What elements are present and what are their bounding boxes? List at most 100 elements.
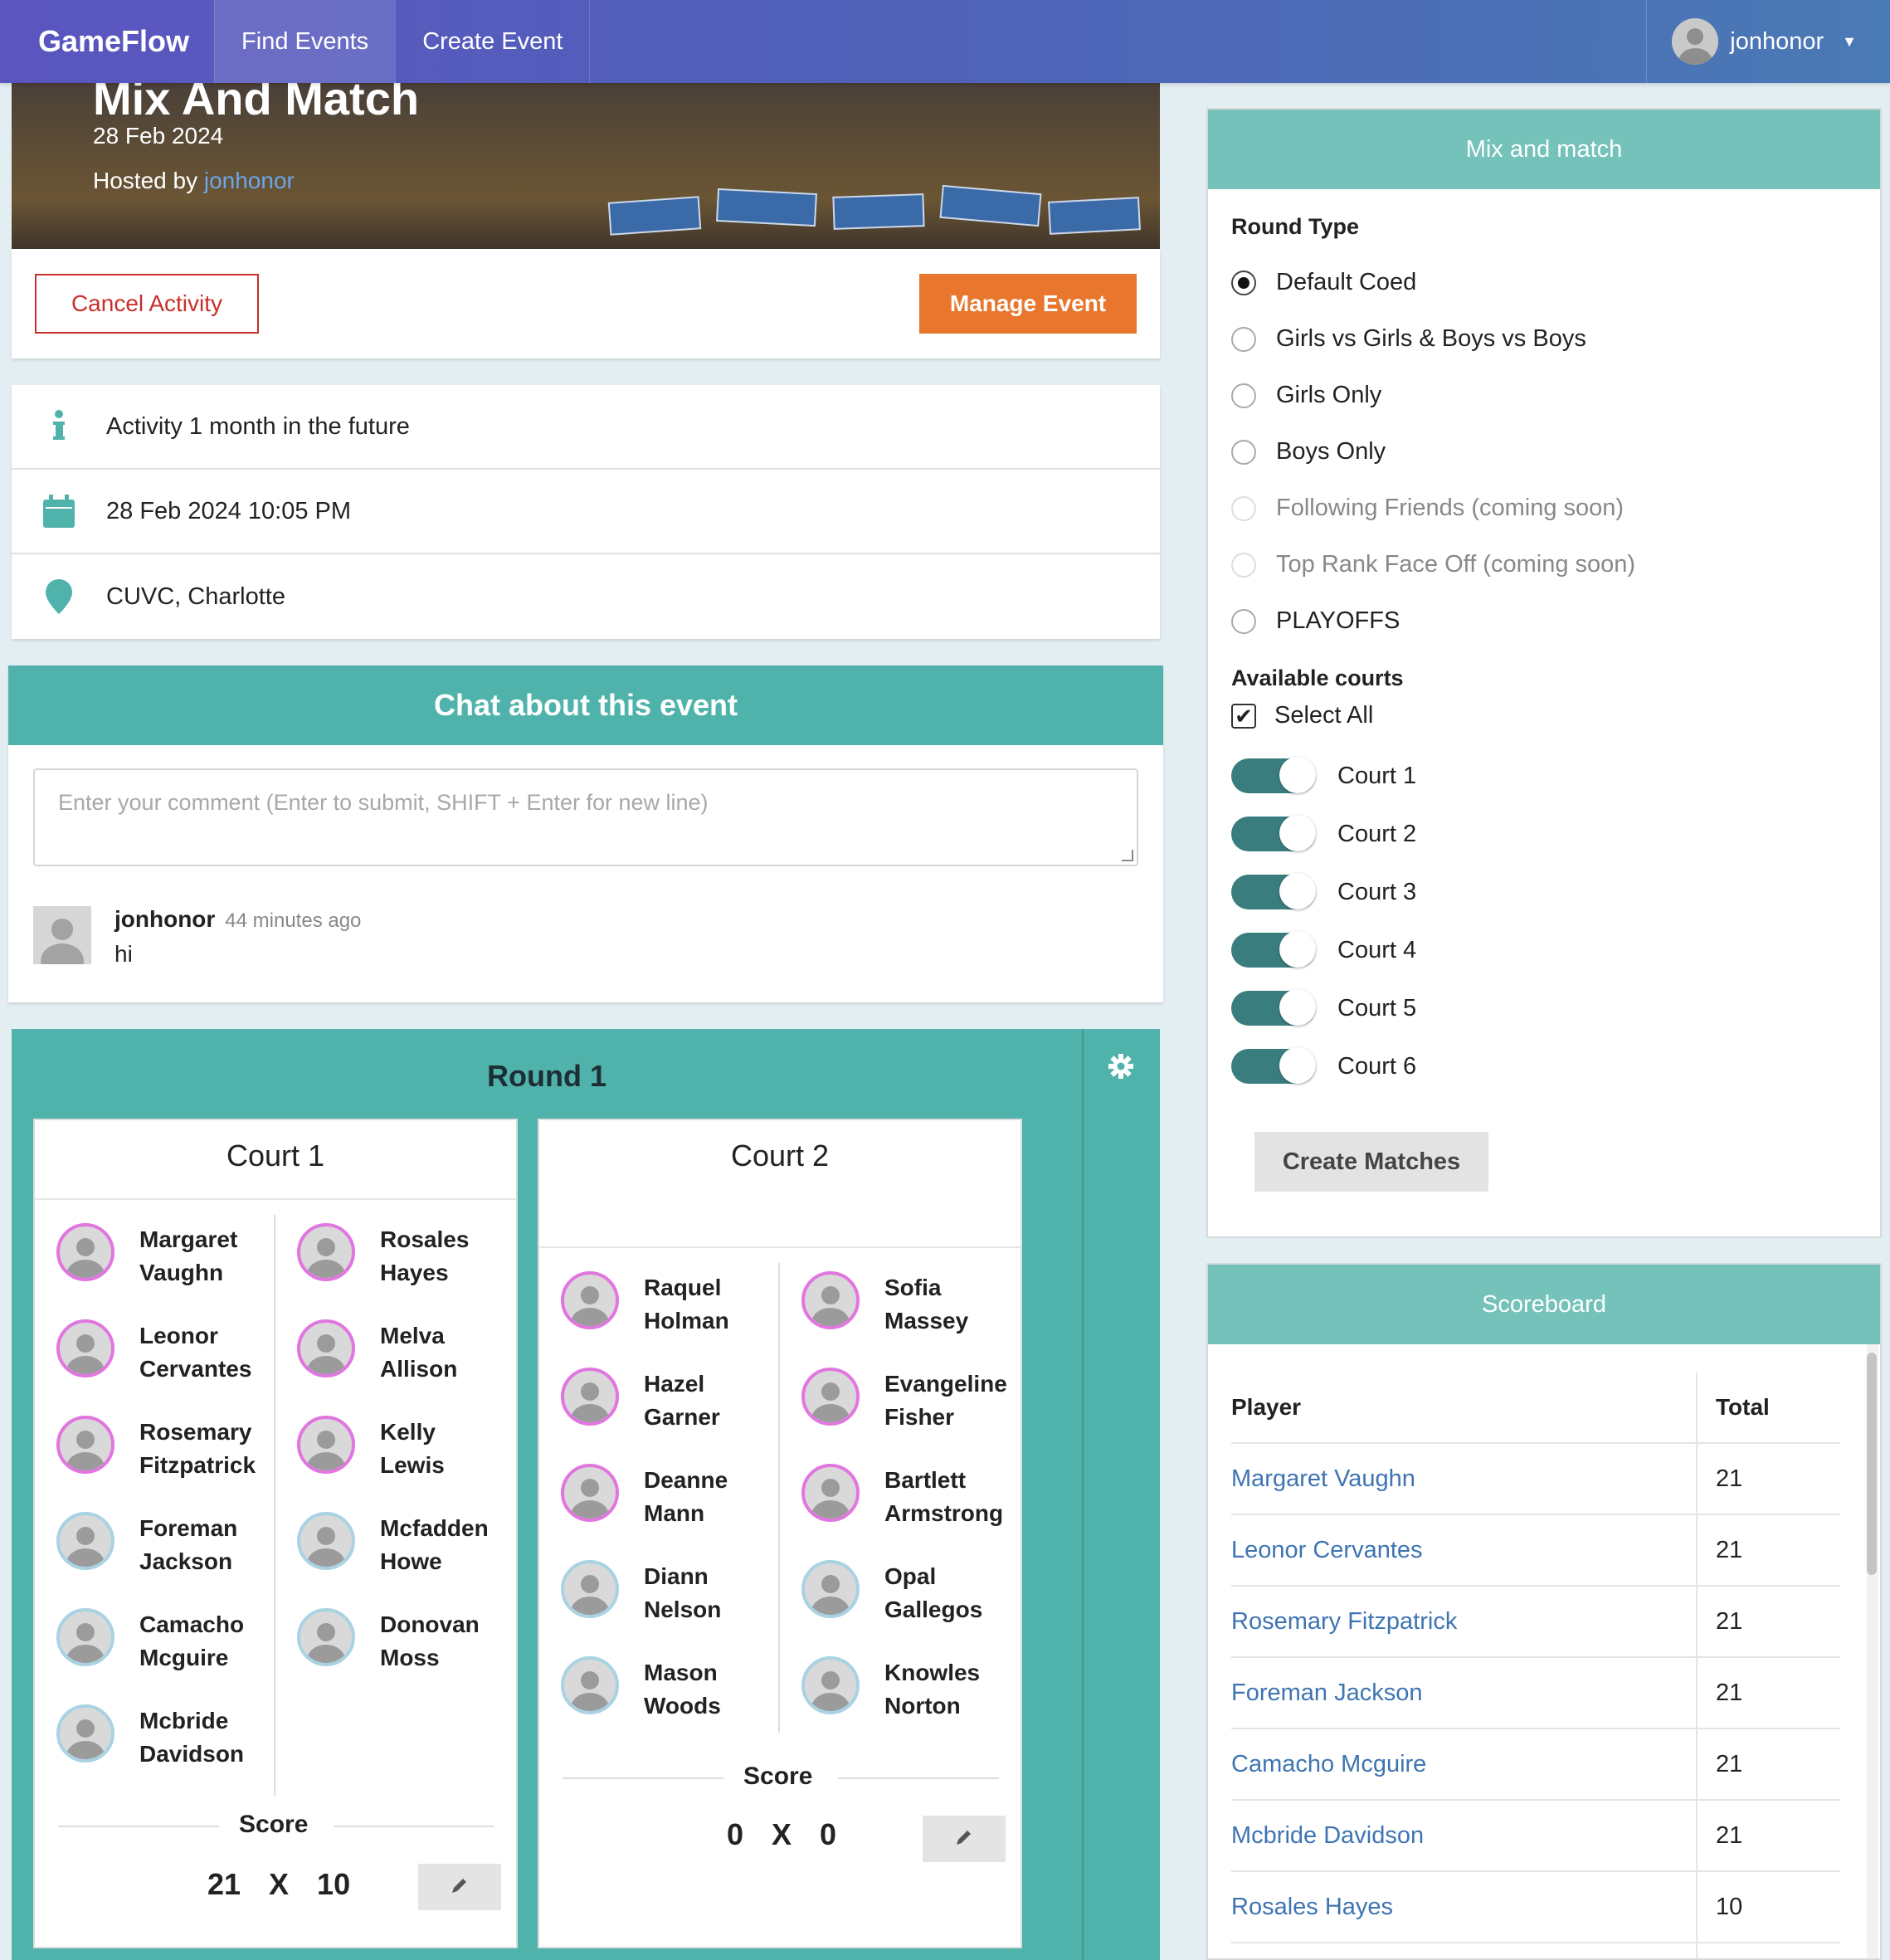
player-card[interactable]: Bartlett Armstrong: [801, 1464, 1003, 1530]
player-link[interactable]: Camacho Mcguire: [1231, 1751, 1426, 1778]
round-type-label: Top Rank Face Off (coming soon): [1276, 551, 1636, 578]
player-card[interactable]: Foreman Jackson: [56, 1512, 237, 1578]
player-avatar: [56, 1223, 114, 1281]
chat-panel: Chat about this event Enter your comment…: [8, 666, 1163, 1002]
round-type-option: Following Friends (coming soon): [1231, 495, 1624, 522]
mix-and-match-panel: Mix and match Round Type Default Coed Gir…: [1206, 108, 1882, 1238]
player-card[interactable]: Knowles Norton: [801, 1656, 980, 1723]
select-all-label: Select All: [1274, 702, 1374, 729]
player-card[interactable]: Mcfadden Howe: [297, 1512, 489, 1578]
player-link[interactable]: Foreman Jackson: [1231, 1680, 1423, 1707]
radio-button: [1231, 552, 1256, 578]
scoreboard-rows: Margaret Vaughn 21 Leonor Cervantes 21 Rosem…: [1231, 1444, 1840, 1958]
player-card[interactable]: Mason Woods: [561, 1656, 721, 1723]
table-row: Camacho Mcguire 21: [1231, 1729, 1840, 1801]
court-toggle[interactable]: [1231, 873, 1316, 909]
create-matches-button[interactable]: Create Matches: [1254, 1132, 1488, 1192]
event-hero: Mix And Match 28 Feb 2024 Hosted by jonh…: [12, 83, 1160, 249]
court-toggle[interactable]: [1231, 815, 1316, 851]
scoreboard-table: Player Total Margaret Vaughn 21 Leonor Cer…: [1231, 1372, 1840, 1958]
player-total: 21: [1716, 1465, 1743, 1492]
event-actions: Cancel Activity Manage Event: [12, 249, 1160, 358]
info-datetime-row: 28 Feb 2024 10:05 PM: [12, 470, 1160, 554]
player-total: 21: [1716, 1536, 1743, 1563]
select-all-checkbox[interactable]: ✔ Select All: [1231, 702, 1373, 729]
player-card[interactable]: Leonor Cervantes: [56, 1319, 251, 1386]
radio-button[interactable]: [1231, 439, 1256, 465]
edit-score-button[interactable]: [923, 1816, 1006, 1862]
round-type-option[interactable]: Boys Only: [1231, 438, 1386, 466]
player-card[interactable]: Camacho Mcguire: [56, 1608, 244, 1675]
round-type-option[interactable]: Girls Only: [1231, 382, 1381, 409]
player-name: Mcfadden Howe: [380, 1515, 489, 1574]
manage-event-button[interactable]: Manage Event: [919, 274, 1137, 334]
radio-button[interactable]: [1231, 326, 1256, 352]
cancel-activity-button[interactable]: Cancel Activity: [35, 274, 259, 334]
round-type-option[interactable]: Girls vs Girls & Boys vs Boys: [1231, 325, 1586, 353]
comment-user[interactable]: jonhonor: [114, 906, 215, 932]
table-row: Margaret Vaughn 21: [1231, 1444, 1840, 1515]
round-type-option[interactable]: Default Coed: [1231, 269, 1416, 296]
player-card[interactable]: Sofia Massey: [801, 1271, 968, 1338]
court-toggle-row: Court 3: [1231, 873, 1416, 909]
resize-handle-icon[interactable]: [1122, 850, 1133, 861]
user-menu[interactable]: jonhonor ▼: [1646, 0, 1890, 83]
brand-logo[interactable]: GameFlow: [0, 0, 214, 83]
player-name: Melva Allison: [380, 1323, 458, 1382]
player-link[interactable]: Leonor Cervantes: [1231, 1537, 1423, 1564]
court-toggle[interactable]: [1231, 989, 1316, 1026]
round-type-label: Girls Only: [1276, 382, 1382, 408]
radio-button[interactable]: [1231, 383, 1256, 408]
player-card[interactable]: Evangeline Fisher: [801, 1368, 1007, 1434]
player-card[interactable]: Margaret Vaughn: [56, 1223, 237, 1290]
player-link[interactable]: Margaret Vaughn: [1231, 1465, 1415, 1493]
info-datetime: 28 Feb 2024 10:05 PM: [106, 497, 352, 524]
host-link[interactable]: jonhonor: [204, 168, 295, 193]
player-card[interactable]: Diann Nelson: [561, 1560, 721, 1626]
player-card[interactable]: Mcbride Davidson: [56, 1704, 244, 1771]
mix-title: Mix and match: [1208, 110, 1880, 189]
court-toggle[interactable]: [1231, 931, 1316, 968]
player-card[interactable]: Kelly Lewis: [297, 1416, 445, 1482]
round-type-label: Boys Only: [1276, 438, 1386, 465]
table-row: Foreman Jackson 21: [1231, 1658, 1840, 1729]
scrollbar-thumb[interactable]: [1867, 1353, 1877, 1575]
player-card[interactable]: Raquel Holman: [561, 1271, 729, 1338]
username: jonhonor: [1730, 27, 1824, 55]
player-card[interactable]: Deanne Mann: [561, 1464, 728, 1530]
scoreboard-panel: Scoreboard Player Total Margaret Vaughn 2…: [1206, 1263, 1882, 1960]
player-card[interactable]: Opal Gallegos: [801, 1560, 982, 1626]
info-timing: Activity 1 month in the future: [106, 412, 410, 440]
player-link[interactable]: Rosemary Fitzpatrick: [1231, 1608, 1457, 1636]
player-card[interactable]: Rosales Hayes: [297, 1223, 469, 1290]
player-avatar: [561, 1368, 619, 1426]
nav-create-event[interactable]: Create Event: [395, 0, 591, 83]
gear-icon[interactable]: [1108, 1054, 1133, 1083]
player-avatar: [56, 1608, 114, 1666]
radio-button[interactable]: [1231, 608, 1256, 634]
player-link[interactable]: Rosales Hayes: [1231, 1894, 1393, 1921]
player-link[interactable]: Mcbride Davidson: [1231, 1822, 1424, 1850]
nav-find-events[interactable]: Find Events: [214, 0, 396, 83]
radio-button[interactable]: [1231, 270, 1256, 295]
round-type-option[interactable]: PLAYOFFS: [1231, 607, 1400, 635]
court-toggle-row: Court 1: [1231, 757, 1416, 793]
event-date: 28 Feb 2024: [93, 123, 224, 149]
info-timing-row: Activity 1 month in the future: [12, 385, 1160, 470]
court-toggle[interactable]: [1231, 757, 1316, 793]
player-avatar: [297, 1512, 355, 1570]
round-type-label: PLAYOFFS: [1276, 607, 1400, 634]
player-name: Knowles Norton: [884, 1660, 981, 1719]
hero-decor: [716, 188, 817, 227]
player-card[interactable]: Rosemary Fitzpatrick: [56, 1416, 256, 1482]
player-card[interactable]: Hazel Garner: [561, 1368, 720, 1434]
player-card[interactable]: Donovan Moss: [297, 1608, 480, 1675]
edit-score-button[interactable]: [418, 1864, 501, 1910]
comment-input[interactable]: Enter your comment (Enter to submit, SHI…: [33, 768, 1138, 866]
chat-title: Chat about this event: [8, 666, 1163, 745]
court-card-2: Court 2 Raquel Holman Hazel Garner Deanne Man…: [538, 1119, 1022, 1948]
player-total: 21: [1716, 1821, 1743, 1849]
checkmark-icon: ✔: [1231, 703, 1256, 729]
player-card[interactable]: Melva Allison: [297, 1319, 457, 1386]
court-toggle[interactable]: [1231, 1047, 1316, 1084]
